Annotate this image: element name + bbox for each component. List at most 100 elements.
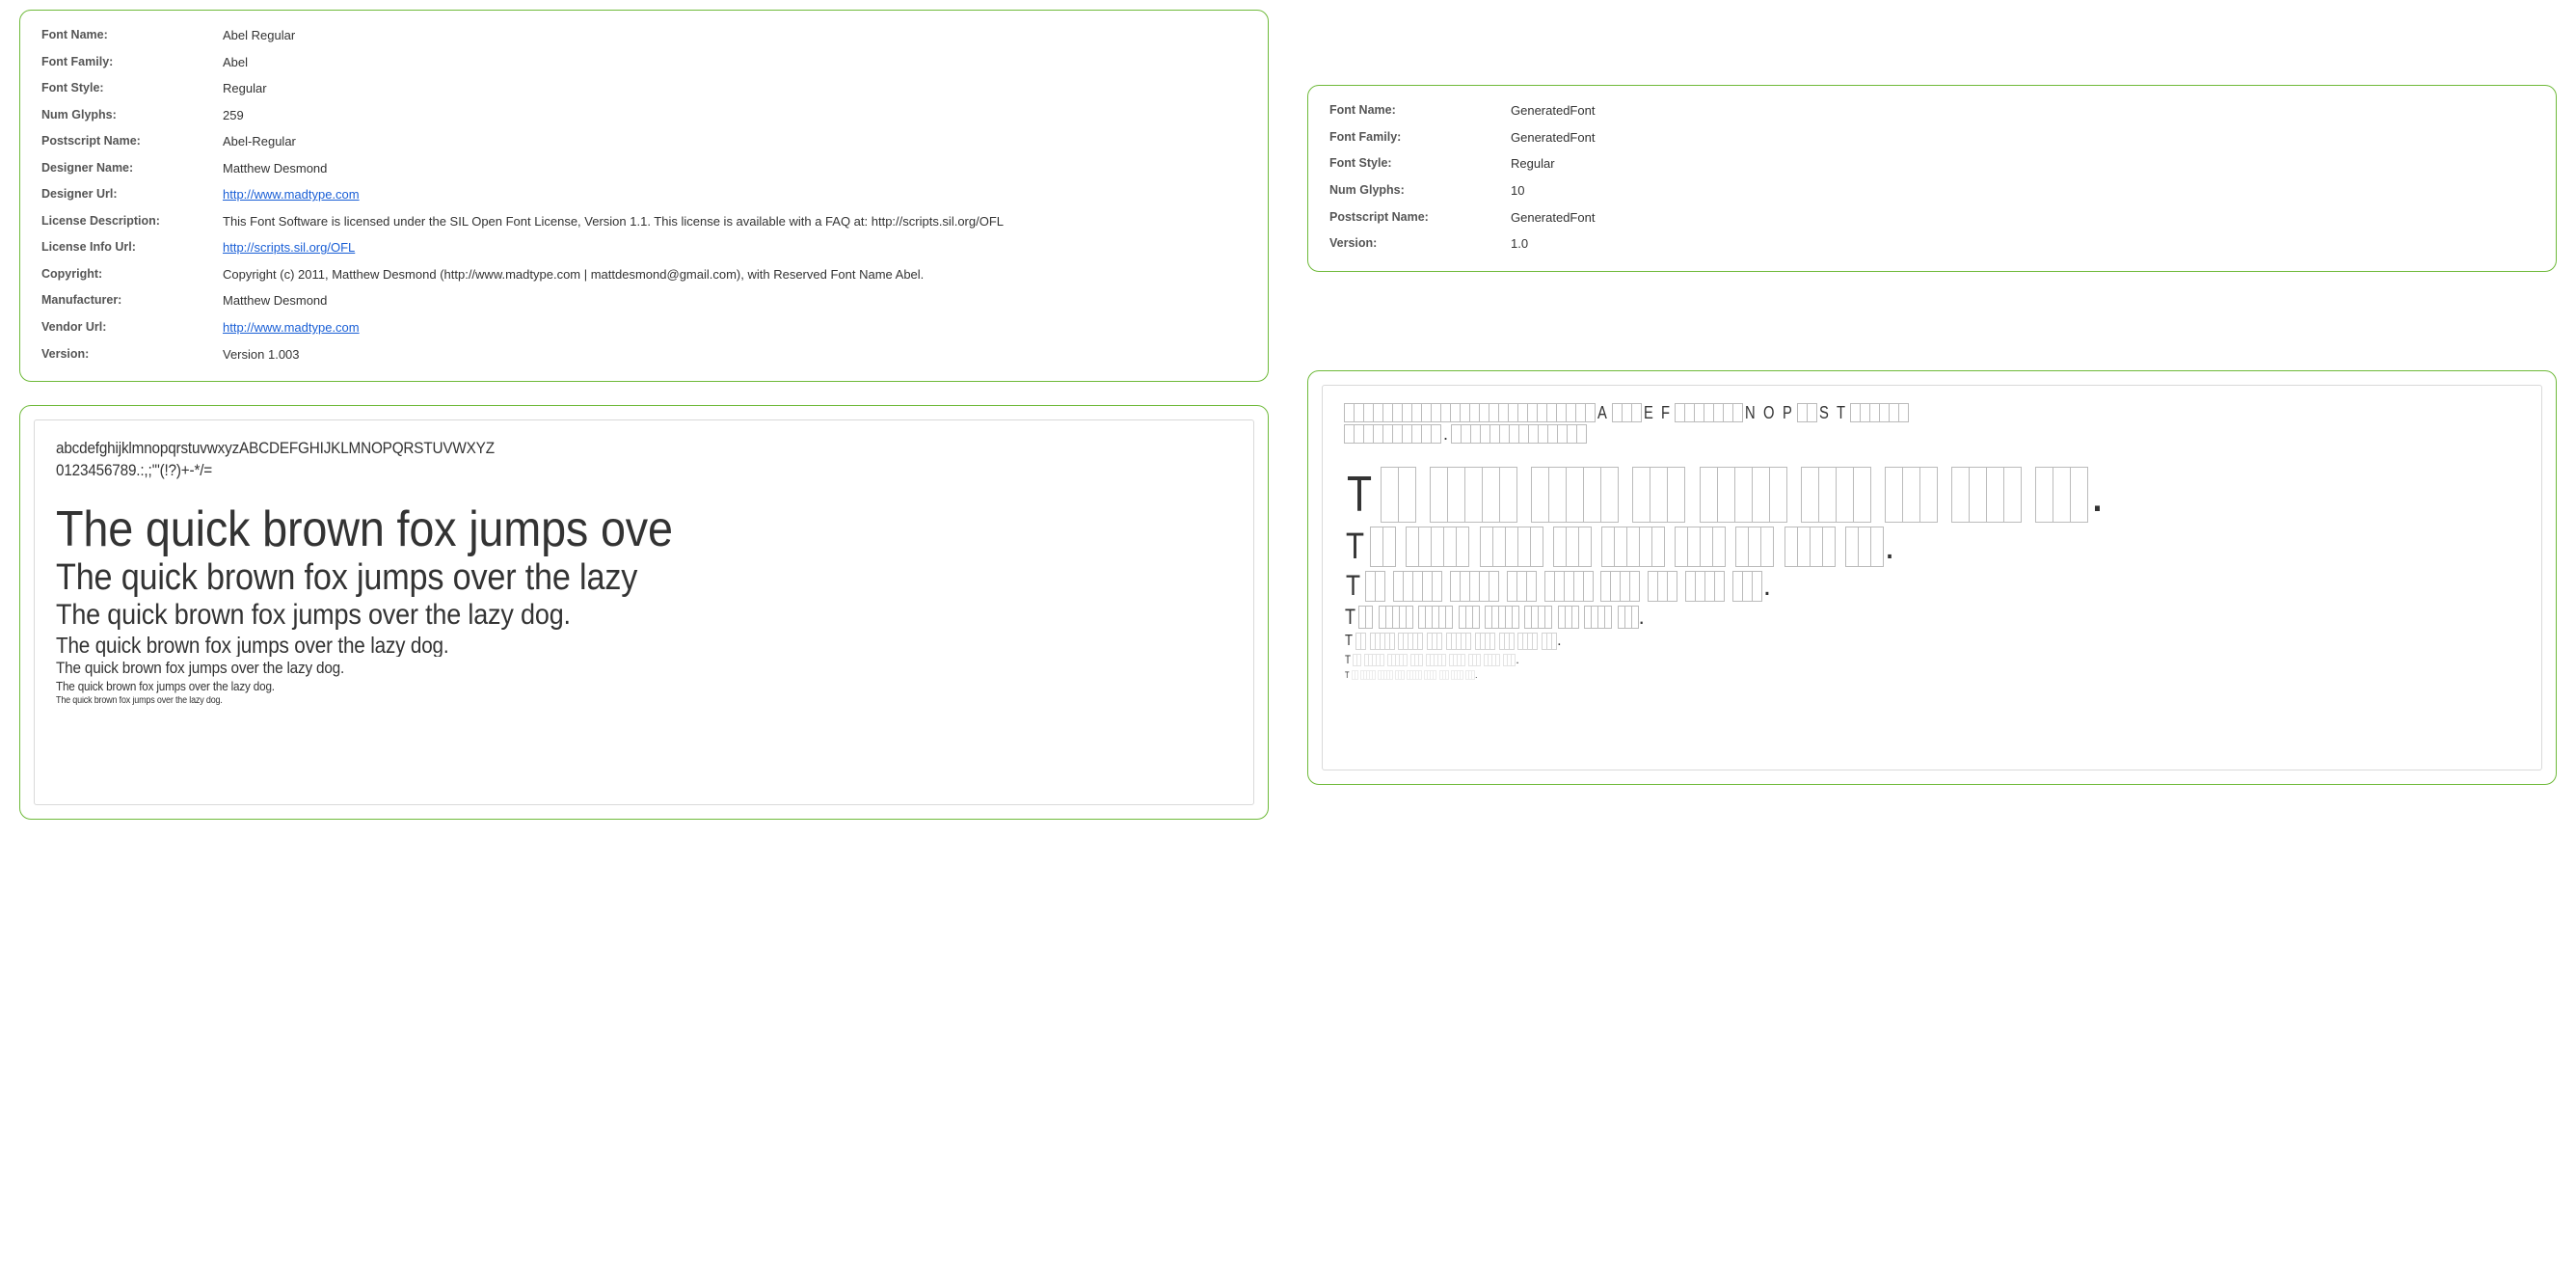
meta-value: Abel — [219, 49, 1250, 76]
meta-row: Font Family:Abel — [38, 49, 1250, 76]
rendered-glyph: T — [1345, 654, 1351, 666]
meta-row: Version:Version 1.003 — [38, 341, 1250, 368]
missing-glyph-box — [1489, 633, 1495, 650]
missing-glyph-box — [1382, 527, 1396, 567]
missing-glyph-box — [1807, 403, 1817, 422]
meta-value: GeneratedFont — [1507, 204, 2538, 231]
meta-value: Abel-Regular — [219, 128, 1250, 155]
missing-glyph-box — [1464, 467, 1483, 523]
meta-value: http://www.madtype.com — [219, 314, 1250, 341]
meta-key: Copyright: — [38, 261, 219, 288]
meta-link[interactable]: http://www.madtype.com — [223, 320, 360, 335]
missing-glyph-box — [1553, 527, 1567, 567]
meta-key: Postscript Name: — [1326, 204, 1507, 231]
missing-glyph-box — [1734, 467, 1753, 523]
meta-value: GeneratedFont — [1507, 124, 2538, 151]
meta-key: Font Style: — [1326, 150, 1507, 177]
missing-glyph-box — [1748, 527, 1761, 567]
rendered-glyph: . — [1763, 571, 1771, 602]
missing-glyph-box — [1456, 527, 1469, 567]
gen-water-5: T. — [1344, 633, 2520, 650]
meta-row: Font Name:GeneratedFont — [1326, 97, 2538, 124]
meta-row: License Info Url:http://scripts.sil.org/… — [38, 234, 1250, 261]
meta-value: http://scripts.sil.org/OFL — [219, 234, 1250, 261]
missing-glyph-box — [1576, 424, 1587, 444]
missing-glyph-box — [1614, 527, 1627, 567]
missing-glyph-box — [1566, 467, 1584, 523]
missing-glyph-box — [1631, 606, 1639, 629]
missing-glyph-box — [1700, 467, 1718, 523]
missing-glyph-box — [1355, 670, 1358, 680]
waterfall-line-3: The quick brown fox jumps over the lazy … — [56, 600, 1114, 631]
missing-glyph-box — [1735, 527, 1749, 567]
missing-glyph-box — [1526, 571, 1537, 602]
meta-key: Version: — [38, 341, 219, 368]
meta-row: Font Name:Abel Regular — [38, 22, 1250, 49]
meta-value: Regular — [1507, 150, 2538, 177]
meta-key: Font Family: — [38, 49, 219, 76]
missing-glyph-box — [1822, 527, 1836, 567]
rendered-glyph: . — [1443, 424, 1448, 444]
waterfall-line-2: The quick brown fox jumps over the lazy — [56, 559, 1114, 598]
rendered-glyph: . — [2090, 467, 2104, 523]
right-meta-card: Font Name:GeneratedFontFont Family:Gener… — [1307, 85, 2557, 271]
missing-glyph-box — [1797, 527, 1811, 567]
waterfall-line-6: The quick brown fox jumps over the lazy … — [56, 680, 1114, 693]
meta-link[interactable]: http://www.madtype.com — [223, 187, 360, 202]
missing-glyph-box — [1460, 670, 1463, 680]
missing-glyph-box — [1712, 527, 1726, 567]
meta-value: 10 — [1507, 177, 2538, 204]
rendered-glyph: F — [1661, 403, 1670, 422]
missing-glyph-box — [1885, 467, 1903, 523]
meta-row: Vendor Url:http://www.madtype.com — [38, 314, 1250, 341]
meta-row: Designer Url:http://www.madtype.com — [38, 181, 1250, 208]
missing-glyph-box — [1870, 527, 1884, 567]
missing-glyph-box — [1667, 467, 1685, 523]
waterfall-line-7: The quick brown fox jumps over the lazy … — [56, 696, 1114, 707]
missing-glyph-box — [1356, 654, 1361, 666]
missing-glyph-box — [1858, 527, 1871, 567]
gen-water-3: T. — [1344, 571, 2520, 602]
meta-key: Version: — [1326, 230, 1507, 257]
meta-key: Font Name: — [1326, 97, 1507, 124]
missing-glyph-box — [1629, 571, 1640, 602]
missing-glyph-box — [1919, 467, 1938, 523]
right-preview-inner: AEFNOPST . T. T. T. T. T. T. T. — [1322, 385, 2542, 770]
meta-value: http://www.madtype.com — [219, 181, 1250, 208]
missing-glyph-box — [1687, 527, 1701, 567]
rendered-glyph: T — [1345, 633, 1353, 650]
missing-glyph-box — [1651, 527, 1665, 567]
meta-value: Regular — [219, 75, 1250, 102]
missing-glyph-box — [1432, 571, 1442, 602]
missing-glyph-box — [1430, 467, 1448, 523]
missing-glyph-box — [1700, 527, 1713, 567]
rendered-glyph: . — [1557, 633, 1561, 650]
missing-glyph-box — [1431, 424, 1441, 444]
right-preview-card: AEFNOPST . T. T. T. T. T. T. T. — [1307, 370, 2557, 785]
missing-glyph-box — [1398, 467, 1416, 523]
right-meta-table: Font Name:GeneratedFontFont Family:Gener… — [1326, 97, 2538, 257]
missing-glyph-box — [1445, 670, 1449, 680]
missing-glyph-box — [1836, 467, 1854, 523]
missing-glyph-box — [1566, 527, 1579, 567]
rendered-glyph: T — [1345, 606, 1355, 629]
missing-glyph-box — [1433, 670, 1436, 680]
charset-line1: abcdefghijklmnopqrstuvwxyzABCDEFGHIJKLMN… — [56, 439, 495, 457]
missing-glyph-box — [1403, 654, 1408, 666]
meta-value: Matthew Desmond — [219, 287, 1250, 314]
rendered-glyph: S — [1819, 403, 1829, 422]
missing-glyph-box — [1578, 527, 1592, 567]
rendered-glyph: T — [1346, 571, 1360, 602]
missing-glyph-box — [1417, 633, 1423, 650]
missing-glyph-box — [1509, 633, 1515, 650]
meta-link[interactable]: http://scripts.sil.org/OFL — [223, 240, 355, 255]
meta-row: Font Style:Regular — [1326, 150, 2538, 177]
missing-glyph-box — [1601, 527, 1615, 567]
page: Font Name:Abel RegularFont Family:AbelFo… — [0, 0, 2576, 858]
missing-glyph-box — [1517, 527, 1531, 567]
rendered-glyph: A — [1597, 403, 1607, 422]
left-meta-card: Font Name:Abel RegularFont Family:AbelFo… — [19, 10, 1269, 382]
meta-row: Num Glyphs:10 — [1326, 177, 2538, 204]
missing-glyph-box — [1505, 527, 1518, 567]
missing-glyph-box — [1365, 606, 1373, 629]
